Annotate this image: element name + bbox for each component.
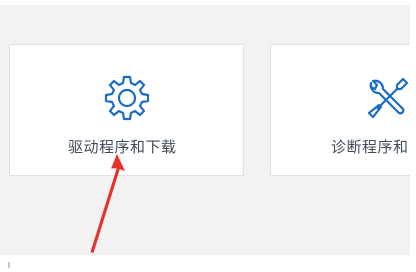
gear-icon <box>102 73 152 123</box>
wrench-screwdriver-icon <box>363 73 413 123</box>
card-label-diagnostics: 诊断程序和 <box>331 138 409 156</box>
bottom-area <box>0 255 416 268</box>
card-diagnostics[interactable]: 诊断程序和 <box>270 44 416 176</box>
left-tick <box>8 262 10 268</box>
card-label-drivers-downloads: 驱动程序和下载 <box>68 138 177 156</box>
right-edge <box>410 0 416 268</box>
card-drivers-downloads[interactable]: 驱动程序和下载 <box>9 44 244 176</box>
